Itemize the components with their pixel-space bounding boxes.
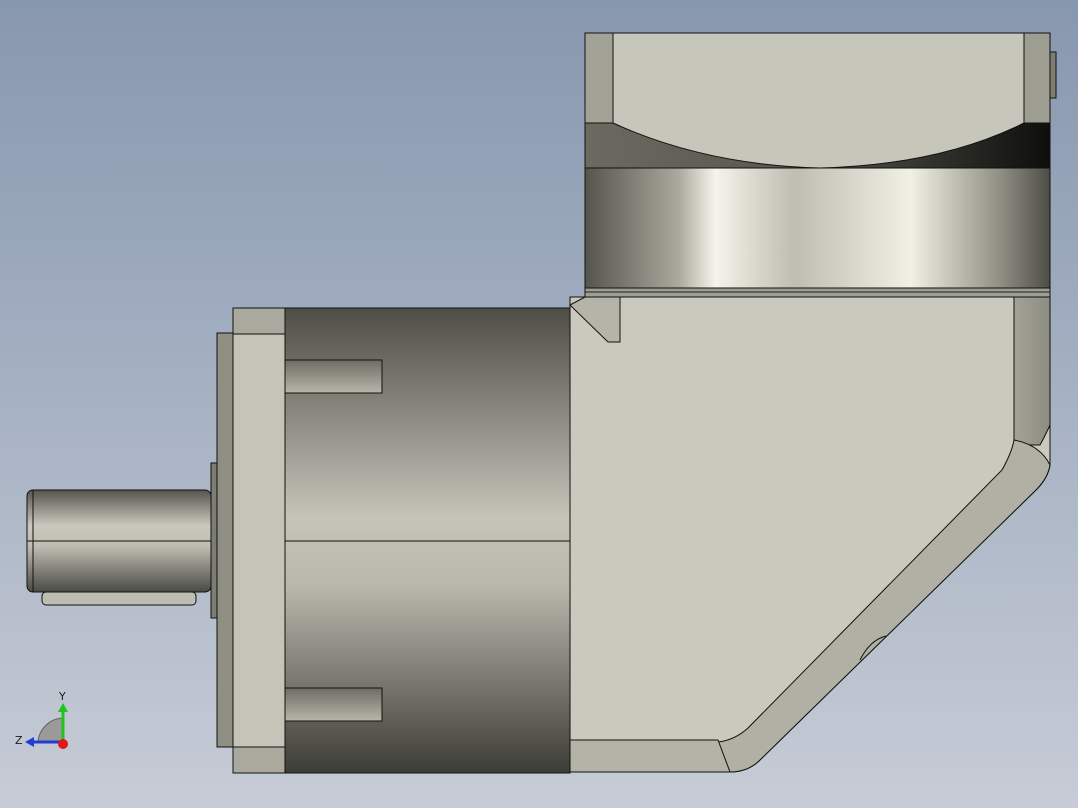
flange-pilot bbox=[216, 332, 234, 748]
x-axis-origin-icon bbox=[58, 739, 68, 749]
y-axis-arrow-icon bbox=[58, 703, 68, 712]
shaft-key bbox=[41, 591, 197, 606]
input-ring bbox=[584, 167, 1051, 289]
cad-viewport[interactable]: Y Z bbox=[0, 0, 1078, 808]
body-slot-top bbox=[284, 359, 383, 394]
gearbox-model[interactable] bbox=[26, 32, 1057, 774]
triad-rotation-arc bbox=[37, 717, 64, 743]
flange-pilot-inner bbox=[210, 462, 218, 619]
flange-bottom-chamfer bbox=[232, 746, 286, 774]
top-housing-screw-detail bbox=[1049, 51, 1057, 99]
body-slot-bottom bbox=[284, 687, 383, 722]
top-housing-right-chamfer bbox=[1023, 32, 1051, 124]
output-flange bbox=[232, 307, 286, 774]
z-axis-label: Z bbox=[15, 734, 23, 747]
angle-housing-side-face bbox=[1013, 296, 1051, 446]
angle-housing-bottom-face bbox=[569, 739, 731, 773]
coordinate-triad: Y Z bbox=[15, 690, 68, 749]
top-housing-left-chamfer bbox=[584, 32, 614, 124]
y-axis-label: Y bbox=[58, 690, 66, 703]
z-axis-arrow-icon bbox=[25, 737, 34, 747]
flange-top-chamfer bbox=[232, 307, 286, 335]
